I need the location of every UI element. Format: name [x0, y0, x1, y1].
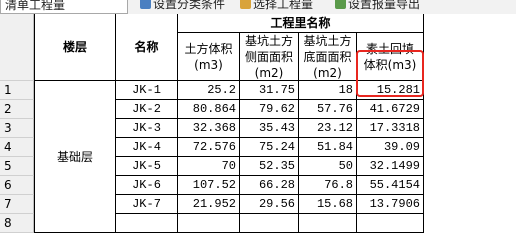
table-cell-volume[interactable]	[178, 214, 240, 233]
table-cell-backfill[interactable]: 15.281	[357, 81, 424, 100]
table-cell-volume[interactable]: 107.52	[178, 176, 240, 195]
table-cell-backfill[interactable]: 55.4154	[357, 176, 424, 195]
header-backfill-volume: 素土回填体积(m3)	[357, 33, 424, 81]
table-cell-backfill[interactable]	[357, 214, 424, 233]
quantity-type-dropdown[interactable]: 清单工程量	[0, 0, 128, 14]
table-cell-side-area[interactable]: 66.28	[240, 176, 299, 195]
row-number[interactable]: 1	[0, 81, 34, 100]
table-cell-bottom-area[interactable]: 76.8	[299, 176, 357, 195]
row-number[interactable]: 6	[0, 176, 34, 195]
export-icon	[335, 0, 346, 9]
select-quantity-label: 选择工程量	[253, 0, 314, 11]
table-cell-name[interactable]: JK-2	[116, 100, 178, 119]
table-cell-backfill[interactable]: 41.6729	[357, 100, 424, 119]
table-cell-name[interactable]: JK-7	[116, 195, 178, 214]
table-cell-bottom-area[interactable]	[299, 214, 357, 233]
table-cell-side-area[interactable]: 79.62	[240, 100, 299, 119]
export-settings-button[interactable]: 设置报量导出	[335, 0, 420, 12]
table-cell-name[interactable]	[116, 214, 178, 233]
table-cell-bottom-area[interactable]: 23.12	[299, 119, 357, 138]
export-settings-label: 设置报量导出	[348, 0, 421, 11]
table-cell-bottom-area[interactable]: 51.84	[299, 138, 357, 157]
table-cell-backfill[interactable]: 17.3318	[357, 119, 424, 138]
table-cell-name[interactable]: JK-1	[116, 81, 178, 100]
table-cell-bottom-area[interactable]: 18	[299, 81, 357, 100]
row-number[interactable]: 3	[0, 119, 34, 138]
row-number[interactable]: 7	[0, 195, 34, 214]
header-side-area: 基坑土方侧面面积(m2)	[240, 33, 299, 81]
header-quantity-group: 工程里名称	[178, 14, 424, 33]
toolbar: 清单工程量 设置分类条件 选择工程量 设置报量导出	[0, 0, 516, 15]
table-cell-backfill[interactable]: 39.09	[357, 138, 424, 157]
table-cell-side-area[interactable]: 29.56	[240, 195, 299, 214]
table-cell-volume[interactable]: 32.368	[178, 119, 240, 138]
set-category-label: 设置分类条件	[153, 0, 226, 11]
table-cell-volume[interactable]: 70	[178, 157, 240, 176]
quantity-table: 楼层 名称 工程里名称 土方体积(m3) 基坑土方侧面面积(m2) 基坑土方底面…	[0, 14, 516, 233]
table-cell-name[interactable]: JK-3	[116, 119, 178, 138]
floor-cell[interactable]: 基础层	[34, 81, 116, 233]
row-number[interactable]: 2	[0, 100, 34, 119]
header-floor: 楼层	[34, 14, 116, 81]
table-cell-name[interactable]: JK-6	[116, 176, 178, 195]
table-cell-name[interactable]: JK-4	[116, 138, 178, 157]
table-cell-backfill[interactable]: 32.1499	[357, 157, 424, 176]
row-number[interactable]: 4	[0, 138, 34, 157]
select-quantity-button[interactable]: 选择工程量	[240, 0, 313, 12]
select-icon	[240, 0, 251, 9]
table-cell-side-area[interactable]: 35.43	[240, 119, 299, 138]
header-earth-volume: 土方体积(m3)	[178, 33, 240, 81]
table-cell-side-area[interactable]: 31.75	[240, 81, 299, 100]
row-number[interactable]: 8	[0, 214, 34, 233]
table-cell-name[interactable]: JK-5	[116, 157, 178, 176]
table-cell-bottom-area[interactable]: 15.68	[299, 195, 357, 214]
set-category-button[interactable]: 设置分类条件	[140, 0, 225, 12]
table-cell-bottom-area[interactable]: 50	[299, 157, 357, 176]
table-cell-volume[interactable]: 80.864	[178, 100, 240, 119]
row-number[interactable]: 5	[0, 157, 34, 176]
table-cell-bottom-area[interactable]: 57.76	[299, 100, 357, 119]
header-bottom-area: 基坑土方底面面积(m2)	[299, 33, 357, 81]
table-cell-volume[interactable]: 21.952	[178, 195, 240, 214]
category-icon	[140, 0, 151, 9]
dropdown-value: 清单工程量	[5, 0, 66, 12]
header-name: 名称	[116, 14, 178, 81]
table-cell-volume[interactable]: 72.576	[178, 138, 240, 157]
table-cell-side-area[interactable]: 75.24	[240, 138, 299, 157]
table-cell-backfill[interactable]: 13.7906	[357, 195, 424, 214]
table-cell-side-area[interactable]	[240, 214, 299, 233]
table-cell-volume[interactable]: 25.2	[178, 81, 240, 100]
table-cell-side-area[interactable]: 52.35	[240, 157, 299, 176]
row-header-corner	[0, 14, 34, 81]
